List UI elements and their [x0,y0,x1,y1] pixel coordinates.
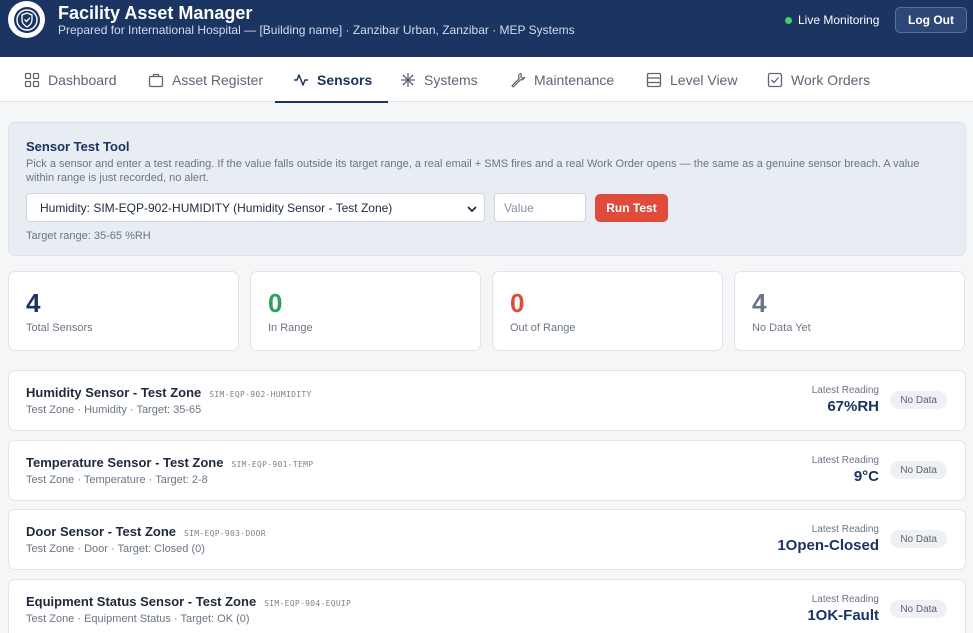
tab-asset-register[interactable]: Asset Register [148,57,263,102]
latest-reading-value: 9°C [853,468,879,485]
latest-reading-value: 67%RH [827,398,879,415]
sensor-test-tool-title: Sensor Test Tool [26,139,130,154]
stat-value: 0 [510,288,525,318]
sensor-code: SIM-EQP-901-TEMP [231,460,314,469]
stat-label: In Range [268,322,313,334]
checkbox-icon [767,72,783,87]
sensor-meta: Test Zone · Equipment Status · Target: O… [26,613,250,625]
latest-reading-label: Latest Reading [811,524,879,535]
tab-dashboard-label: Dashboard [48,71,117,88]
sensor-name: Door Sensor - Test Zone [26,524,176,539]
tab-systems[interactable]: Systems [400,57,478,102]
sensor-code: SIM-EQP-903-DOOR [184,529,266,538]
test-value-input[interactable] [494,193,586,222]
app-logo [8,1,45,38]
sensor-name: Equipment Status Sensor - Test Zone [26,594,257,609]
sensor-meta: Test Zone · Door · Target: Closed (0) [26,543,205,555]
tab-maintenance-label: Maintenance [534,71,615,88]
sensor-row[interactable]: Temperature Sensor - Test Zone SIM-EQP-90… [8,440,966,501]
status-badge: No Data [890,461,947,479]
tab-work-orders[interactable]: Work Orders [767,57,870,102]
tab-level-view[interactable]: Level View [646,57,737,102]
activity-icon [294,73,308,86]
shield-logo-icon [13,6,40,33]
sensor-select[interactable]: Humidity: SIM-EQP-902-HUMIDITY (Humidity… [26,193,485,222]
latest-reading-value: 1OK-Fault [807,607,879,624]
snowflake-icon [401,72,415,87]
stat-card-in-range: 0 In Range [250,271,481,351]
stat-card-total-sensors: 4 Total Sensors [8,271,239,351]
app-subtitle: Prepared for International Hospital — [B… [58,23,575,37]
status-badge: No Data [890,530,947,548]
sensor-test-tool-description: Pick a sensor and enter a test reading. … [26,158,920,184]
latest-reading-label: Latest Reading [811,455,879,466]
run-test-button[interactable]: Run Test [595,194,668,222]
sensor-name: Temperature Sensor - Test Zone [26,455,224,470]
sensor-name-line: Equipment Status Sensor - Test Zone SIM-E… [26,594,351,609]
sensor-code: SIM-EQP-904-EQUIP [264,599,352,608]
app-header: Facility Asset Manager Prepared for Inte… [0,0,973,57]
target-range-text: Target range: 35-65 %RH [26,230,151,242]
sensor-meta: Test Zone · Humidity · Target: 35-65 [26,404,202,416]
stat-card-no-data-yet: 4 No Data Yet [734,271,965,351]
sensor-row[interactable]: Humidity Sensor - Test Zone SIM-EQP-902-H… [8,370,966,431]
sensor-test-tool: Sensor Test Tool Pick a sensor and enter… [8,122,966,256]
sensor-name-line: Humidity Sensor - Test Zone SIM-EQP-902-H… [26,385,312,400]
logout-button[interactable]: Log Out [895,7,967,33]
sensor-row[interactable]: Equipment Status Sensor - Test Zone SIM-E… [8,579,966,633]
stat-value: 4 [26,288,41,318]
sensor-meta: Test Zone · Temperature · Target: 2-8 [26,474,208,486]
list-icon [646,72,662,87]
tab-sensors-label: Sensors [317,71,373,88]
latest-reading-label: Latest Reading [811,385,879,396]
tab-systems-label: Systems [424,71,478,88]
live-monitoring-label: Live Monitoring [798,13,880,27]
stat-label: Total Sensors [26,322,93,334]
tab-sensors[interactable]: Sensors [274,57,389,103]
latest-reading-value: 1Open-Closed [777,537,879,554]
tab-maintenance[interactable]: Maintenance [510,57,614,102]
tab-asset-register-label: Asset Register [172,71,264,88]
stat-label: Out of Range [510,322,576,334]
tab-level-view-label: Level View [670,71,738,88]
tab-dashboard[interactable]: Dashboard [24,57,117,102]
sensor-code: SIM-EQP-902-HUMIDITY [209,390,312,399]
main-nav: Dashboard Asset Register Sensors Systems… [0,57,973,103]
stat-card-out-of-range: 0 Out of Range [492,271,723,351]
sensor-name: Humidity Sensor - Test Zone [26,385,202,400]
stat-value: 0 [268,288,283,318]
app-title: Facility Asset Manager [58,3,253,23]
sensor-select-value: Humidity: SIM-EQP-902-HUMIDITY (Humidity… [40,200,393,215]
status-badge: No Data [890,600,947,618]
grid-icon [24,72,40,87]
sensor-name-line: Door Sensor - Test Zone SIM-EQP-903-DOOR [26,524,266,539]
sensor-row[interactable]: Door Sensor - Test Zone SIM-EQP-903-DOOR … [8,509,966,570]
live-status-dot [785,16,792,24]
latest-reading-label: Latest Reading [811,594,879,605]
status-badge: No Data [890,391,947,409]
stat-value: 4 [752,288,767,318]
live-monitoring-indicator: Live Monitoring [785,13,879,27]
stat-label: No Data Yet [752,322,811,334]
briefcase-icon [148,73,164,87]
sensor-name-line: Temperature Sensor - Test Zone SIM-EQP-90… [26,455,313,470]
chevron-down-icon [467,206,477,213]
tab-work-orders-label: Work Orders [791,71,871,88]
wrench-icon [511,72,526,88]
